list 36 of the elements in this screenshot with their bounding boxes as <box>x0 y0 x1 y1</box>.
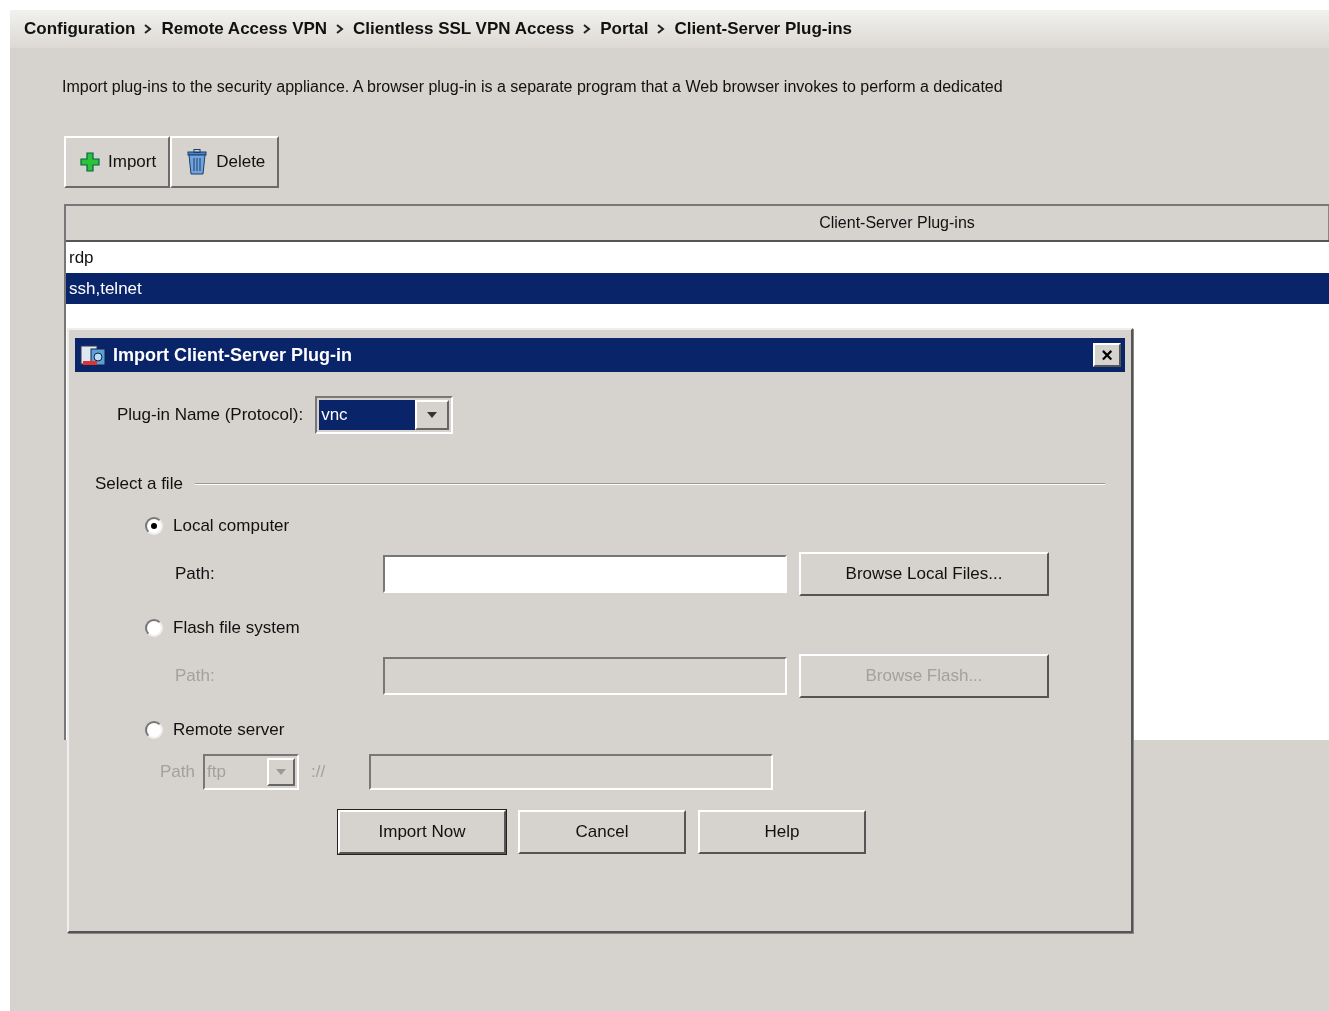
url-separator: :// <box>311 762 327 782</box>
group-label: Select a file <box>95 474 183 494</box>
dialog-button[interactable]: Help <box>698 810 866 854</box>
table-row[interactable]: rdp <box>66 242 1329 273</box>
trash-icon <box>186 149 209 175</box>
plus-icon <box>80 152 100 172</box>
column-header[interactable]: Client-Server Plug-ins <box>66 206 1329 240</box>
radio-label: Remote server <box>173 720 285 740</box>
breadcrumb-item[interactable]: Configuration <box>24 19 136 39</box>
radio-label: Local computer <box>173 516 290 536</box>
path-field[interactable] <box>383 555 787 593</box>
chevron-icon <box>143 23 154 35</box>
window-icon <box>79 343 107 367</box>
dialog-title: Import Client-Server Plug-in <box>113 344 354 366</box>
radio-label: Flash file system <box>173 618 300 638</box>
table-row[interactable]: ssh,telnet <box>66 273 1329 304</box>
description-text: Import plug-ins to the security appliance. A browser plug-in is a separate program that a Web browser invokes to perform a dedicated <box>62 78 1004 96</box>
dialog-button[interactable]: Cancel <box>518 810 686 854</box>
import-button[interactable]: Import <box>64 136 171 188</box>
dialog-button[interactable]: Import Now <box>338 810 506 854</box>
close-button[interactable]: × <box>1093 343 1121 367</box>
path-label: Path: <box>175 564 216 584</box>
browse-button[interactable]: Browse Local Files... <box>799 552 1049 596</box>
chevron-icon <box>335 23 346 35</box>
breadcrumb-item[interactable]: Remote Access VPN <box>161 19 328 39</box>
breadcrumb-item[interactable]: Clientless SSL VPN Access <box>353 19 575 39</box>
delete-button[interactable]: Delete <box>170 136 280 188</box>
plugin-name-dropdown[interactable]: vnc <box>315 396 454 434</box>
breadcrumb-item[interactable]: Client-Server Plug-ins <box>674 19 852 39</box>
caret-icon <box>415 400 450 430</box>
chevron-icon <box>656 23 667 35</box>
plugin-name-label: Plug-in Name (Protocol): <box>117 405 304 425</box>
radio-button[interactable] <box>145 517 163 535</box>
breadcrumb-item[interactable]: Portal <box>600 19 649 39</box>
chevron-icon <box>582 23 593 35</box>
caret-icon <box>267 758 295 786</box>
